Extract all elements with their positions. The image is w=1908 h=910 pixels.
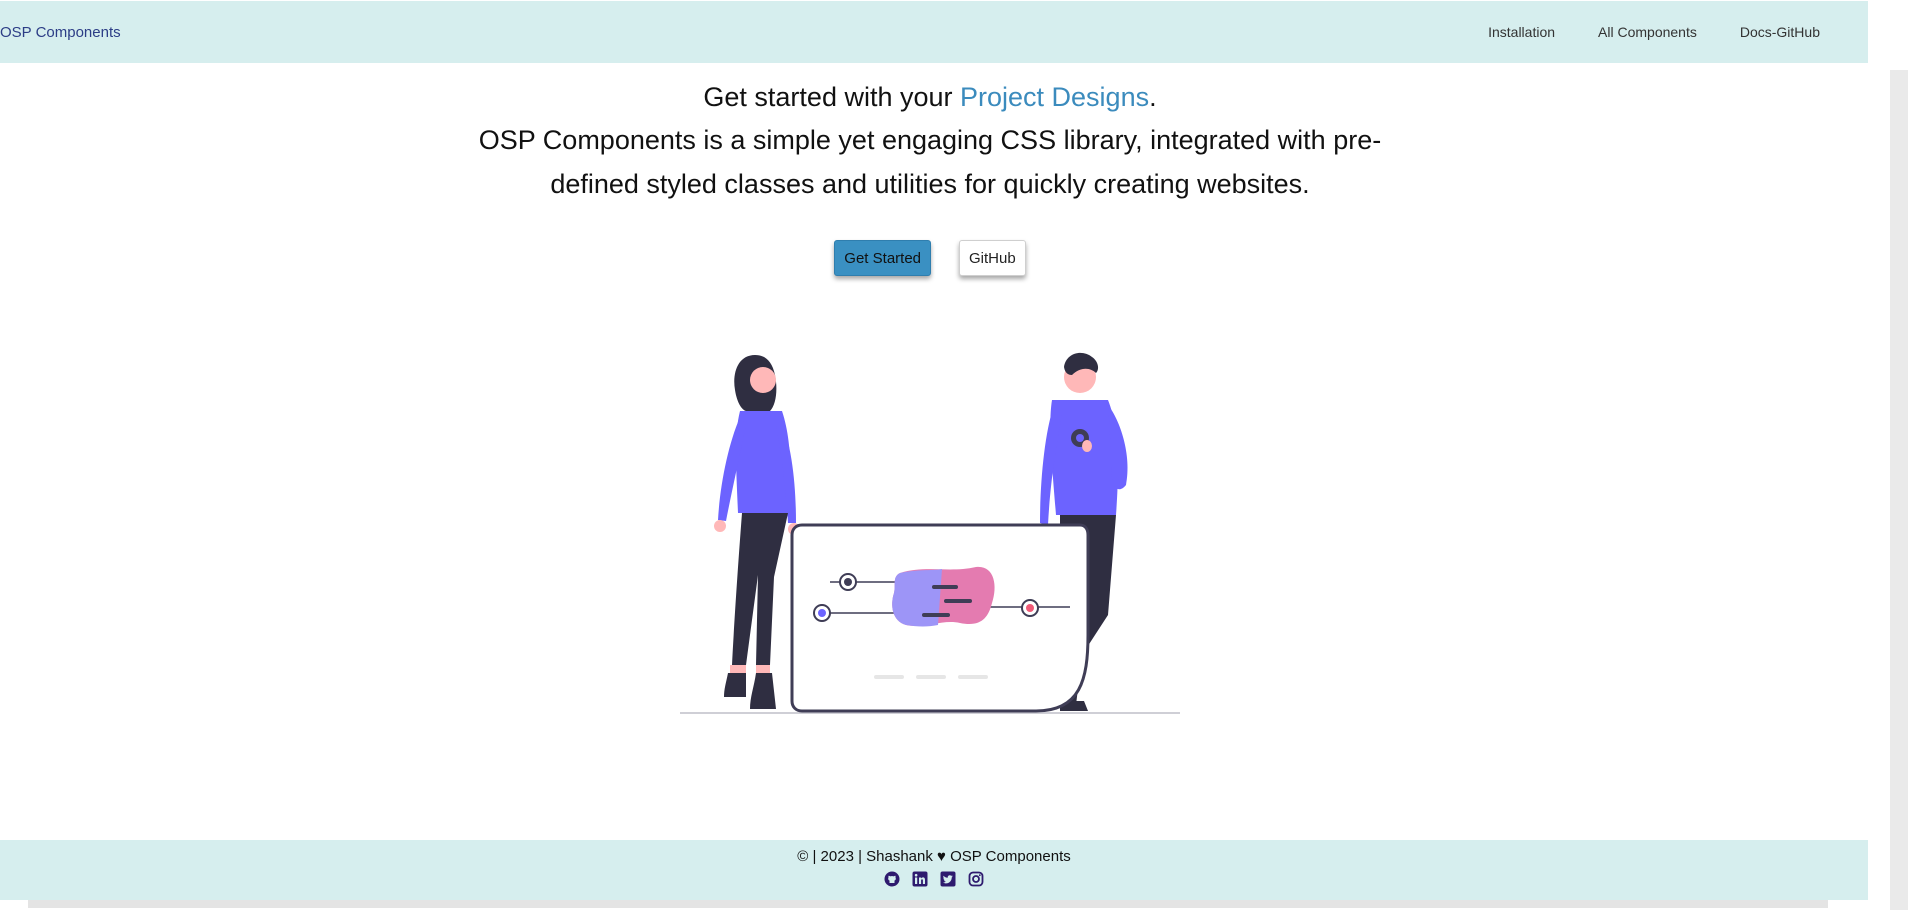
twitter-icon[interactable]: [940, 871, 956, 887]
brand-link[interactable]: OSP Components: [0, 1, 121, 63]
scrollbar-track[interactable]: [1890, 70, 1908, 910]
github-icon[interactable]: [884, 871, 900, 887]
hero-illustration: [680, 352, 1180, 714]
hero-heading-suffix: .: [1149, 82, 1157, 112]
top-navbar: OSP Components Installation All Componen…: [0, 1, 1868, 63]
hero-heading-prefix: Get started with your: [703, 82, 960, 112]
footer: © | 2023 | Shashank ♥ OSP Components: [0, 840, 1868, 900]
illustration-board: [790, 523, 1090, 713]
instagram-icon[interactable]: [968, 871, 984, 887]
nav-links: Installation All Components Docs-GitHub: [1488, 1, 1820, 63]
woman-figure: [714, 355, 800, 709]
nav-link-installation[interactable]: Installation: [1488, 24, 1555, 40]
horizontal-scrollbar[interactable]: [28, 900, 1828, 908]
hero-heading-accent: Project Designs: [960, 82, 1150, 112]
nav-link-all-components[interactable]: All Components: [1598, 24, 1697, 40]
hero-section: Get started with your Project Designs. O…: [0, 76, 1860, 206]
hero-heading: Get started with your Project Designs.: [0, 76, 1860, 118]
hero-buttons: Get Started GitHub: [0, 240, 1860, 276]
nav-link-docs-github[interactable]: Docs-GitHub: [1740, 24, 1820, 40]
footer-copyright: © | 2023 | Shashank ♥ OSP Components: [797, 848, 1071, 865]
github-button[interactable]: GitHub: [959, 240, 1026, 276]
right-gutter: [1868, 0, 1890, 910]
get-started-button[interactable]: Get Started: [834, 240, 932, 276]
hero-description: OSP Components is a simple yet engaging …: [478, 125, 1382, 199]
linkedin-icon[interactable]: [912, 871, 928, 887]
footer-social-icons: [0, 871, 1868, 887]
